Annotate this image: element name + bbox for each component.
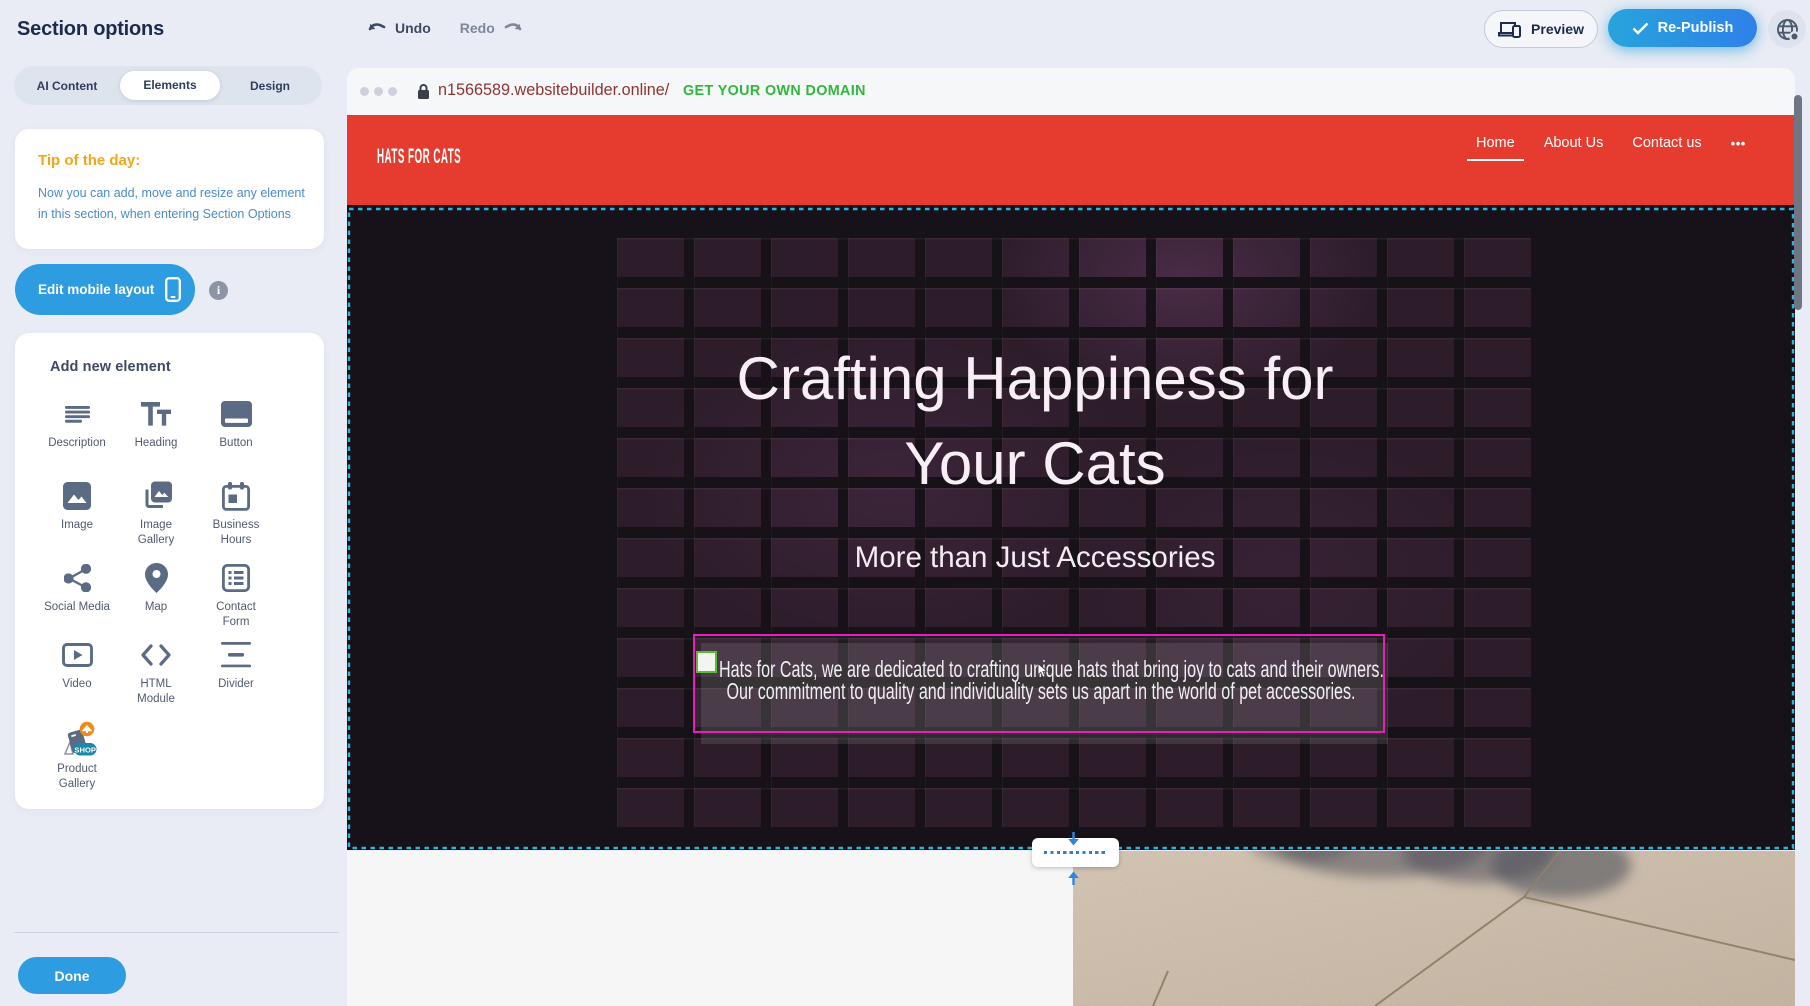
svg-text:SHOP: SHOP [74, 745, 96, 754]
